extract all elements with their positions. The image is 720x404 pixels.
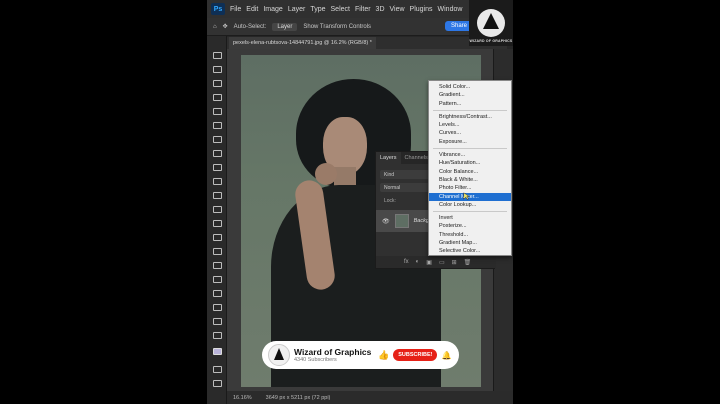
- foreground-color-swatch[interactable]: [213, 348, 222, 355]
- menu-separator: [433, 109, 507, 111]
- adjustment-layer-icon[interactable]: ◐: [416, 259, 420, 265]
- menu-item-curves[interactable]: Curves...: [429, 129, 511, 137]
- type-tool-icon[interactable]: [213, 276, 222, 283]
- menu-item-gradient[interactable]: Gradient...: [429, 91, 511, 99]
- menu-select[interactable]: Select: [331, 6, 350, 13]
- eyedropper-tool-icon[interactable]: [213, 136, 222, 143]
- subscribe-button[interactable]: SUBSCRIBE!: [393, 349, 438, 361]
- marquee-tool-icon[interactable]: [213, 66, 222, 73]
- wizard-hat-icon: [477, 9, 505, 37]
- menu-type[interactable]: Type: [310, 6, 325, 13]
- document-tab-bar: pexels-elena-rubtsova-14844791.jpg @ 16.…: [227, 37, 507, 49]
- group-icon[interactable]: ▭: [439, 259, 445, 266]
- menu-item-selective-color[interactable]: Selective Color...: [429, 247, 511, 255]
- subscriber-count: 4340 Subscribers: [294, 357, 337, 363]
- channel-avatar: [268, 344, 290, 366]
- menu-item-exposure[interactable]: Exposure...: [429, 138, 511, 146]
- subscribe-banner: Wizard of Graphics 4340 Subscribers 👍 SU…: [262, 341, 459, 369]
- shape-tool-icon[interactable]: [213, 304, 222, 311]
- bell-icon[interactable]: 🔔: [441, 351, 451, 360]
- healing-brush-tool-icon[interactable]: [213, 150, 222, 157]
- menu-bar: Ps File Edit Image Layer Type Select Fil…: [207, 0, 513, 18]
- gradient-tool-icon[interactable]: [213, 220, 222, 227]
- menu-item-brightness-contrast[interactable]: Brightness/Contrast...: [429, 113, 511, 121]
- menu-item-vibrance[interactable]: Vibrance...: [429, 151, 511, 159]
- move-tool-icon[interactable]: [213, 52, 222, 59]
- lasso-tool-icon[interactable]: [213, 80, 222, 87]
- tab-layers[interactable]: Layers: [376, 152, 401, 164]
- document-size: 3649 px x 5211 px (72 ppi): [265, 394, 331, 401]
- stamp-tool-icon[interactable]: [213, 178, 222, 185]
- menu-item-levels[interactable]: Levels...: [429, 121, 511, 129]
- hand-tool-icon[interactable]: [213, 318, 222, 325]
- channel-name: Wizard of Graphics: [294, 347, 372, 357]
- options-bar: ⌂ ✥ Auto-Select: Layer Show Transform Co…: [207, 18, 513, 36]
- status-bar: 16.16% 3649 px x 5211 px (72 ppi): [227, 391, 513, 404]
- path-selection-tool-icon[interactable]: [213, 290, 222, 297]
- zoom-level[interactable]: 16.16%: [233, 395, 252, 401]
- lock-label: Lock:: [384, 198, 396, 204]
- pen-tool-icon[interactable]: [213, 262, 222, 269]
- menu-separator: [433, 148, 507, 150]
- crop-tool-icon[interactable]: [213, 108, 222, 115]
- menu-item-color-balance[interactable]: Color Balance...: [429, 168, 511, 176]
- screen-mode-icon[interactable]: [213, 380, 222, 387]
- fx-icon[interactable]: fx: [404, 259, 409, 265]
- mask-icon[interactable]: ▣: [426, 259, 432, 266]
- menu-item-invert[interactable]: Invert: [429, 214, 511, 222]
- channel-info: Wizard of Graphics 4340 Subscribers: [294, 347, 374, 363]
- channel-logo-text: WIZARD OF GRAPHICS: [469, 39, 513, 43]
- tools-panel: [207, 36, 227, 404]
- dodge-tool-icon[interactable]: [213, 248, 222, 255]
- move-tool-icon[interactable]: ✥: [223, 23, 228, 30]
- thumbs-up-icon[interactable]: 👍: [378, 350, 389, 361]
- menu-file[interactable]: File: [230, 6, 241, 13]
- menu-edit[interactable]: Edit: [246, 6, 258, 13]
- history-brush-tool-icon[interactable]: [213, 192, 222, 199]
- menu-item-threshold[interactable]: Threshold...: [429, 231, 511, 239]
- adjustment-layer-menu: Solid Color... Gradient... Pattern... Br…: [428, 80, 512, 256]
- show-transform-checkbox[interactable]: Show Transform Controls: [303, 24, 371, 30]
- new-layer-icon[interactable]: ⊞: [452, 259, 457, 266]
- menu-item-solid-color[interactable]: Solid Color...: [429, 83, 511, 91]
- menu-window[interactable]: Window: [438, 6, 463, 13]
- menu-filter[interactable]: Filter: [355, 6, 371, 13]
- menu-image[interactable]: Image: [263, 6, 282, 13]
- menu-layer[interactable]: Layer: [288, 6, 306, 13]
- home-icon[interactable]: ⌂: [213, 24, 217, 30]
- menu-3d[interactable]: 3D: [376, 6, 385, 13]
- menu-item-gradient-map[interactable]: Gradient Map...: [429, 239, 511, 247]
- eraser-tool-icon[interactable]: [213, 206, 222, 213]
- eye-icon[interactable]: 👁: [382, 218, 390, 225]
- menu-view[interactable]: View: [390, 6, 405, 13]
- brush-tool-icon[interactable]: [213, 164, 222, 171]
- menu-item-posterize[interactable]: Posterize...: [429, 222, 511, 230]
- blur-tool-icon[interactable]: [213, 234, 222, 241]
- photoshop-logo-icon: Ps: [211, 3, 225, 15]
- layer-select[interactable]: Layer: [272, 22, 298, 31]
- menu-plugins[interactable]: Plugins: [410, 6, 433, 13]
- channel-logo: WIZARD OF GRAPHICS: [469, 0, 513, 46]
- layer-thumbnail: [394, 214, 409, 228]
- document-tab[interactable]: pexels-elena-rubtsova-14844791.jpg @ 16.…: [229, 37, 376, 49]
- menu-separator: [433, 211, 507, 213]
- layers-footer: fx ◐ ▣ ▭ ⊞ 🗑: [376, 256, 496, 268]
- quick-mask-icon[interactable]: [213, 366, 222, 373]
- menu-item-color-lookup[interactable]: Color Lookup...: [429, 201, 511, 209]
- zoom-tool-icon[interactable]: [213, 332, 222, 339]
- trash-icon[interactable]: 🗑: [464, 259, 472, 266]
- auto-select-label[interactable]: Auto-Select:: [234, 24, 267, 30]
- mouse-cursor-icon: [463, 192, 471, 200]
- photo-hand: [315, 163, 337, 185]
- magic-wand-tool-icon[interactable]: [213, 94, 222, 101]
- frame-tool-icon[interactable]: [213, 122, 222, 129]
- menu-item-hue-saturation[interactable]: Hue/Saturation...: [429, 159, 511, 167]
- menu-item-black-white[interactable]: Black & White...: [429, 176, 511, 184]
- menu-item-pattern[interactable]: Pattern...: [429, 100, 511, 108]
